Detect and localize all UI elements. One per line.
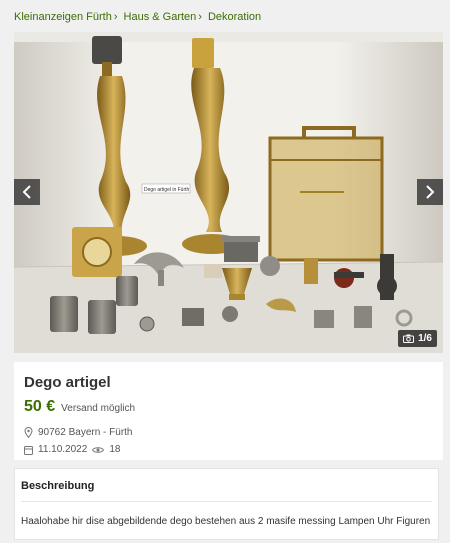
price-row: 50 € Versand möglich	[24, 398, 135, 416]
divider	[21, 501, 432, 502]
shipping-info: Versand möglich	[61, 403, 136, 414]
chevron-right-icon	[426, 185, 435, 199]
camera-icon	[403, 334, 415, 343]
photo-counter[interactable]: 1/6	[398, 330, 437, 347]
description-text: Haalohabe hir dise abgebildende dego bes…	[21, 516, 431, 527]
location-row: 90762 Bayern - Fürth	[24, 427, 133, 438]
top-bar: Kleinanzeigen Fürth › Haus & Garten › De…	[0, 0, 450, 32]
chevron-right-icon: ›	[198, 11, 202, 23]
breadcrumb-item-city[interactable]: Kleinanzeigen Fürth	[14, 11, 112, 23]
views-count: 18	[109, 444, 121, 455]
breadcrumb-item-category[interactable]: Haus & Garten	[124, 11, 197, 23]
location-pin-icon	[24, 427, 33, 438]
listing-price: 50 €	[24, 398, 56, 415]
photo-counter-text: 1/6	[418, 333, 432, 344]
description-heading: Beschreibung	[21, 480, 95, 492]
previous-photo-button[interactable]	[14, 179, 40, 205]
description-section: Beschreibung Haalohabe hir dise abgebild…	[14, 468, 439, 540]
next-photo-button[interactable]	[417, 179, 443, 205]
image-gallery[interactable]: Dego artigel in Fürth 1/6	[14, 32, 443, 353]
date-row: 11.10.2022 18	[24, 444, 120, 455]
date-text: 11.10.2022	[38, 444, 88, 455]
listing-title: Dego artigel	[24, 374, 111, 391]
breadcrumb-item-subcategory[interactable]: Dekoration	[208, 11, 261, 23]
chevron-left-icon	[22, 185, 31, 199]
listing-photo: Dego artigel in Fürth	[14, 32, 443, 353]
listing-summary-card: Dego artigel 50 € Versand möglich 90762 …	[14, 362, 443, 460]
breadcrumb: Kleinanzeigen Fürth › Haus & Garten › De…	[14, 11, 261, 23]
calendar-icon	[24, 445, 33, 455]
photo-caption-label: Dego artigel in Fürth	[144, 187, 190, 193]
chevron-right-icon: ›	[113, 11, 118, 23]
eye-icon	[92, 446, 105, 453]
location-text: 90762 Bayern - Fürth	[38, 427, 133, 438]
